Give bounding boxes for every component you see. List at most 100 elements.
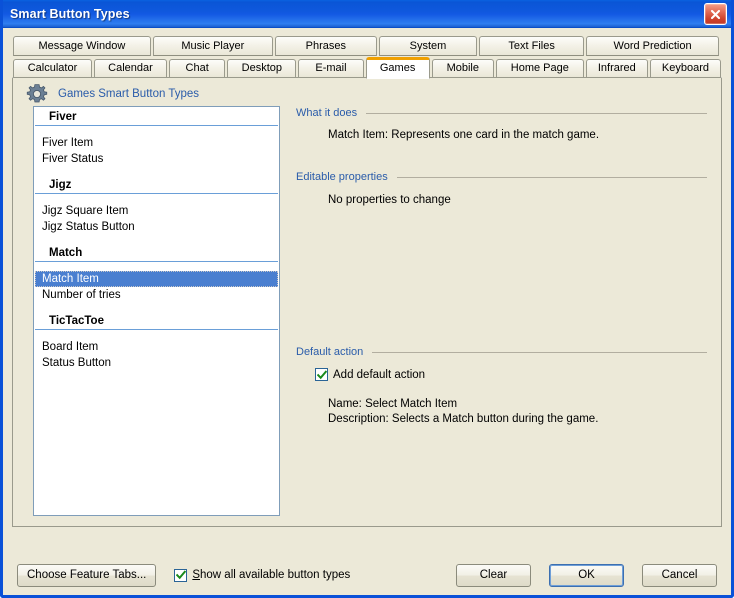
section-default-action: Default action Add default action Name: …	[296, 345, 709, 427]
tab-label: Chat	[185, 62, 209, 74]
close-icon[interactable]	[704, 3, 727, 25]
list-group-header: Fiver	[35, 107, 278, 126]
panel-title: Games Smart Button Types	[58, 87, 200, 100]
list-item[interactable]: Number of tries	[35, 287, 278, 303]
tab-phrases[interactable]: Phrases	[274, 36, 377, 56]
tab-chat[interactable]: Chat	[169, 59, 226, 78]
default-action-description: Description: Selects a Match button duri…	[328, 413, 599, 425]
check-icon	[316, 369, 327, 379]
list-group-header: Match	[35, 243, 278, 262]
tab-panel-games: Games Smart Button Types Fiver Fiver Ite…	[12, 77, 722, 527]
label-rest: how all available button types	[200, 569, 351, 581]
tab-label: Home Page	[510, 62, 569, 74]
show-all-button-types-checkbox[interactable]	[174, 568, 188, 582]
tab-mobile[interactable]: Mobile	[431, 59, 494, 78]
section-editable-properties: Editable properties No properties to cha…	[296, 170, 709, 208]
list-group-header: Jigz	[35, 175, 278, 194]
section-rule	[372, 351, 707, 353]
add-default-action-checkbox[interactable]	[315, 368, 328, 381]
what-it-does-text: Match Item: Represents one card in the m…	[328, 129, 600, 141]
accel-letter: S	[192, 569, 201, 581]
default-action-details: Name: Select Match Item Description: Sel…	[296, 381, 709, 427]
button-types-listbox[interactable]: Fiver Fiver Item Fiver Status Jigz Jigz …	[33, 106, 280, 516]
list-item[interactable]: Board Item	[35, 339, 278, 355]
section-rule	[396, 176, 707, 178]
check-icon	[175, 570, 186, 580]
tab-label: Keyboard	[661, 62, 709, 74]
tab-music-player[interactable]: Music Player	[152, 36, 273, 56]
action-buttons: Clear OK Cancel	[456, 563, 717, 587]
tab-label: Word Prediction	[613, 40, 692, 52]
tab-label: Calculator	[27, 62, 78, 74]
list-item[interactable]: Jigz Status Button	[35, 219, 278, 235]
section-body: No properties to change	[296, 184, 709, 208]
tab-home-page[interactable]: Home Page	[495, 59, 584, 78]
clear-button[interactable]: Clear	[456, 563, 531, 587]
panel-content: Fiver Fiver Item Fiver Status Jigz Jigz …	[13, 106, 721, 516]
tab-keyboard[interactable]: Keyboard	[649, 59, 721, 78]
tab-label: Games	[379, 62, 416, 74]
list-item[interactable]: Jigz Square Item	[35, 203, 278, 219]
tab-label: Phrases	[305, 40, 347, 52]
tab-label: Message Window	[38, 40, 126, 52]
tab-word-prediction[interactable]: Word Prediction	[586, 36, 720, 56]
window-title: Smart Button Types	[10, 6, 130, 21]
tab-label: Infrared	[597, 62, 636, 74]
show-all-button-types-row[interactable]: Show all available button types	[174, 568, 350, 582]
list-item-selected[interactable]: Match Item	[35, 271, 278, 287]
tab-strip: Message Window Music Player Phrases Syst…	[13, 36, 721, 79]
tab-infrared[interactable]: Infrared	[585, 59, 648, 78]
default-action-name: Name: Select Match Item	[328, 398, 458, 410]
tab-desktop[interactable]: Desktop	[227, 59, 297, 78]
section-body: Match Item: Represents one card in the m…	[296, 120, 709, 143]
editable-properties-text: No properties to change	[328, 194, 451, 206]
section-header: What it does	[296, 106, 709, 120]
tab-label: Text Files	[508, 40, 555, 52]
tab-row-1: Message Window Music Player Phrases Syst…	[13, 36, 721, 56]
section-rule	[366, 112, 707, 114]
tab-calculator[interactable]: Calculator	[13, 59, 92, 78]
dialog-window: Smart Button Types Message Window Music …	[0, 0, 734, 598]
tab-calendar[interactable]: Calendar	[93, 59, 168, 78]
tab-label: System	[409, 40, 447, 52]
gear-icon	[25, 82, 49, 106]
add-default-action-label: Add default action	[333, 368, 426, 381]
choose-feature-tabs-button[interactable]: Choose Feature Tabs...	[17, 563, 157, 587]
client-area: Message Window Music Player Phrases Syst…	[3, 28, 731, 595]
tab-label: Calendar	[108, 62, 153, 74]
show-all-button-types-label: Show all available button types	[192, 569, 350, 581]
list-item[interactable]: Status Button	[35, 355, 278, 371]
tab-system[interactable]: System	[378, 36, 478, 56]
tab-label: Desktop	[241, 62, 282, 74]
section-header: Editable properties	[296, 170, 709, 184]
section-title: Default action	[296, 346, 364, 358]
tab-label: Music Player	[181, 40, 245, 52]
tab-label: Mobile	[446, 62, 479, 74]
panel-header: Games Smart Button Types	[13, 78, 721, 106]
section-title: Editable properties	[296, 171, 388, 183]
tab-games[interactable]: Games	[365, 57, 430, 79]
list-group-header: TicTacToe	[35, 311, 278, 330]
tab-message-window[interactable]: Message Window	[13, 36, 151, 56]
section-title: What it does	[296, 107, 358, 119]
dialog-footer: Choose Feature Tabs... Show all availabl…	[3, 554, 731, 595]
list-item[interactable]: Fiver Item	[35, 135, 278, 151]
list-item[interactable]: Fiver Status	[35, 151, 278, 167]
section-what-it-does: What it does Match Item: Represents one …	[296, 106, 709, 143]
tab-email[interactable]: E-mail	[298, 59, 364, 78]
section-header: Default action	[296, 345, 709, 359]
details-pane: What it does Match Item: Represents one …	[280, 106, 709, 516]
tab-text-files[interactable]: Text Files	[479, 36, 585, 56]
cancel-button[interactable]: Cancel	[642, 563, 717, 587]
tab-label: E-mail	[315, 62, 347, 74]
tab-row-2: Calculator Calendar Chat Desktop E-mail …	[13, 57, 721, 79]
title-bar: Smart Button Types	[3, 0, 731, 28]
ok-button[interactable]: OK	[549, 563, 624, 587]
add-default-action-row[interactable]: Add default action	[296, 368, 709, 381]
